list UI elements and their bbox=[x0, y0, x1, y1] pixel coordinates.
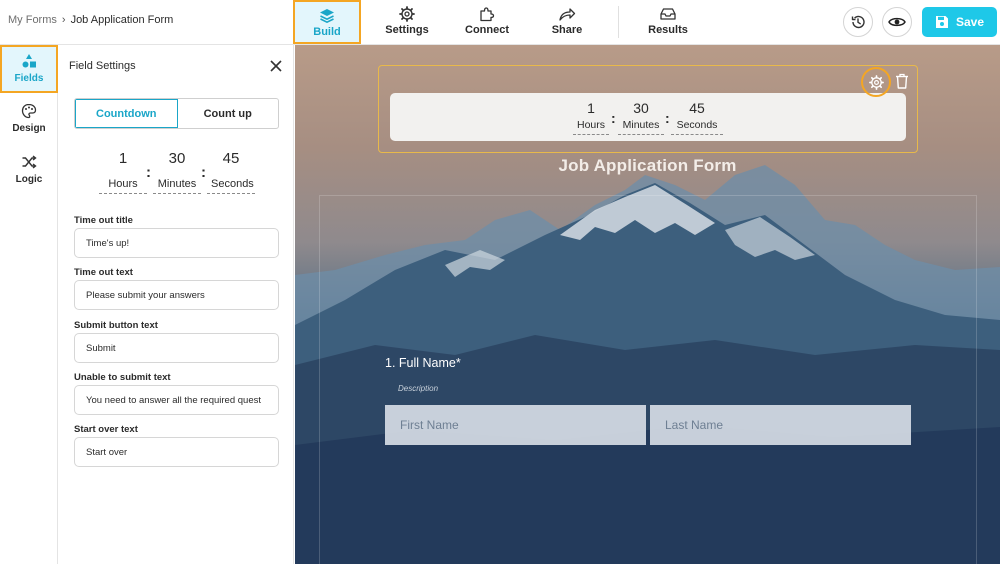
tab-build-label: Build bbox=[313, 26, 341, 38]
start-over-text-input[interactable]: Start over bbox=[74, 437, 279, 467]
submit-button-text-input[interactable]: Submit bbox=[74, 333, 279, 363]
tab-build[interactable]: Build bbox=[293, 0, 361, 44]
question-description: Description bbox=[398, 384, 439, 393]
preview-timer-colon: : bbox=[611, 110, 616, 126]
minutes-label: Minutes bbox=[153, 178, 201, 194]
first-name-input[interactable]: First Name bbox=[385, 405, 646, 445]
form-canvas: 1 Hours : 30 Minutes : 45 Seconds Job Ap… bbox=[295, 45, 1000, 564]
tab-share-label: Share bbox=[551, 24, 583, 36]
save-button-label: Save bbox=[955, 15, 985, 29]
timer-mode-toggle: Countdown Count up bbox=[74, 98, 279, 129]
last-name-input[interactable]: Last Name bbox=[650, 405, 911, 445]
unable-to-submit-text-label: Unable to submit text bbox=[74, 372, 171, 383]
shuffle-icon bbox=[22, 155, 37, 169]
sidebar-item-logic[interactable]: Logic bbox=[0, 148, 58, 196]
sidebar-item-fields[interactable]: Fields bbox=[0, 45, 58, 93]
left-rail: Fields Design Logic bbox=[0, 45, 58, 564]
trash-icon bbox=[896, 73, 908, 89]
close-icon[interactable] bbox=[269, 59, 283, 73]
breadcrumb-root-link[interactable]: My Forms bbox=[8, 14, 57, 26]
history-icon bbox=[851, 15, 865, 29]
hours-column[interactable]: 1 Hours bbox=[99, 150, 147, 194]
time-out-title-label: Time out title bbox=[74, 215, 133, 226]
start-over-text-label: Start over text bbox=[74, 424, 138, 435]
preview-seconds-value: 45 bbox=[689, 100, 705, 116]
gear-icon bbox=[868, 74, 884, 90]
tab-results[interactable]: Results bbox=[635, 0, 701, 44]
time-out-title-input[interactable]: Time's up! bbox=[74, 228, 279, 258]
unable-to-submit-text-input[interactable]: You need to answer all the required ques… bbox=[74, 385, 279, 415]
sidebar-item-fields-label: Fields bbox=[14, 73, 44, 84]
tab-connect-label: Connect bbox=[465, 24, 509, 36]
history-button[interactable] bbox=[843, 7, 873, 37]
panel-title: Field Settings bbox=[69, 60, 136, 72]
delete-field-button[interactable] bbox=[894, 70, 910, 92]
preview-minutes-column: 30 Minutes bbox=[618, 100, 664, 135]
gear-icon bbox=[399, 6, 415, 22]
palette-icon bbox=[21, 103, 37, 119]
eye-icon bbox=[888, 17, 906, 27]
preview-button[interactable] bbox=[882, 7, 912, 37]
timer-settings: 1 Hours : 30 Minutes : 45 Seconds bbox=[99, 150, 255, 202]
timer-card: 1 Hours : 30 Minutes : 45 Seconds bbox=[390, 93, 906, 141]
breadcrumb: My Forms › Job Application Form bbox=[8, 14, 173, 26]
field-settings-button[interactable] bbox=[861, 67, 891, 97]
seconds-column[interactable]: 45 Seconds bbox=[207, 150, 255, 194]
sidebar-item-design[interactable]: Design bbox=[0, 97, 58, 145]
minutes-value: 30 bbox=[168, 150, 186, 167]
question-label: 1. Full Name* bbox=[385, 356, 461, 370]
timer-field-block[interactable]: 1 Hours : 30 Minutes : 45 Seconds bbox=[378, 65, 918, 153]
save-button[interactable]: Save bbox=[922, 7, 997, 37]
preview-seconds-label: Seconds bbox=[671, 119, 723, 135]
tab-settings-label: Settings bbox=[385, 24, 429, 36]
hours-value: 1 bbox=[118, 150, 128, 167]
share-arrow-icon bbox=[559, 8, 576, 21]
preview-hours-column: 1 Hours bbox=[573, 100, 609, 135]
tab-connect[interactable]: Connect bbox=[454, 0, 520, 44]
tab-settings[interactable]: Settings bbox=[374, 0, 440, 44]
tab-results-label: Results bbox=[648, 24, 688, 36]
inbox-icon bbox=[660, 8, 676, 20]
puzzle-icon bbox=[480, 7, 495, 22]
floppy-disk-icon bbox=[935, 16, 948, 28]
sidebar-item-logic-label: Logic bbox=[15, 174, 43, 185]
minutes-column[interactable]: 30 Minutes bbox=[153, 150, 201, 194]
preview-timer: 1 Hours : 30 Minutes : 45 Seconds bbox=[573, 100, 723, 136]
timer-colon: : bbox=[146, 164, 151, 181]
form-title: Job Application Form bbox=[558, 156, 737, 175]
tab-share[interactable]: Share bbox=[534, 0, 600, 44]
breadcrumb-separator: › bbox=[61, 14, 66, 26]
count-up-option[interactable]: Count up bbox=[178, 99, 279, 128]
shapes-icon bbox=[22, 54, 36, 68]
nav-divider bbox=[618, 6, 619, 38]
preview-hours-value: 1 bbox=[587, 100, 595, 116]
time-out-text-input[interactable]: Please submit your answers bbox=[74, 280, 279, 310]
seconds-value: 45 bbox=[222, 150, 240, 167]
sidebar-item-design-label: Design bbox=[12, 123, 46, 134]
top-bar: My Forms › Job Application Form Build Sett… bbox=[0, 0, 1000, 45]
preview-minutes-label: Minutes bbox=[618, 119, 664, 135]
layers-icon bbox=[320, 9, 334, 23]
submit-button-text-label: Submit button text bbox=[74, 320, 158, 331]
seconds-label: Seconds bbox=[207, 178, 255, 194]
preview-timer-colon: : bbox=[665, 110, 670, 126]
breadcrumb-current: Job Application Form bbox=[70, 14, 174, 26]
form-frame bbox=[319, 195, 977, 564]
preview-seconds-column: 45 Seconds bbox=[671, 100, 723, 135]
time-out-text-label: Time out text bbox=[74, 267, 133, 278]
field-settings-panel: Field Settings Countdown Count up 1 Hour… bbox=[59, 45, 294, 564]
hours-label: Hours bbox=[99, 178, 147, 194]
preview-minutes-value: 30 bbox=[633, 100, 649, 116]
preview-hours-label: Hours bbox=[573, 119, 609, 135]
countdown-option[interactable]: Countdown bbox=[75, 99, 178, 128]
timer-colon: : bbox=[201, 164, 206, 181]
